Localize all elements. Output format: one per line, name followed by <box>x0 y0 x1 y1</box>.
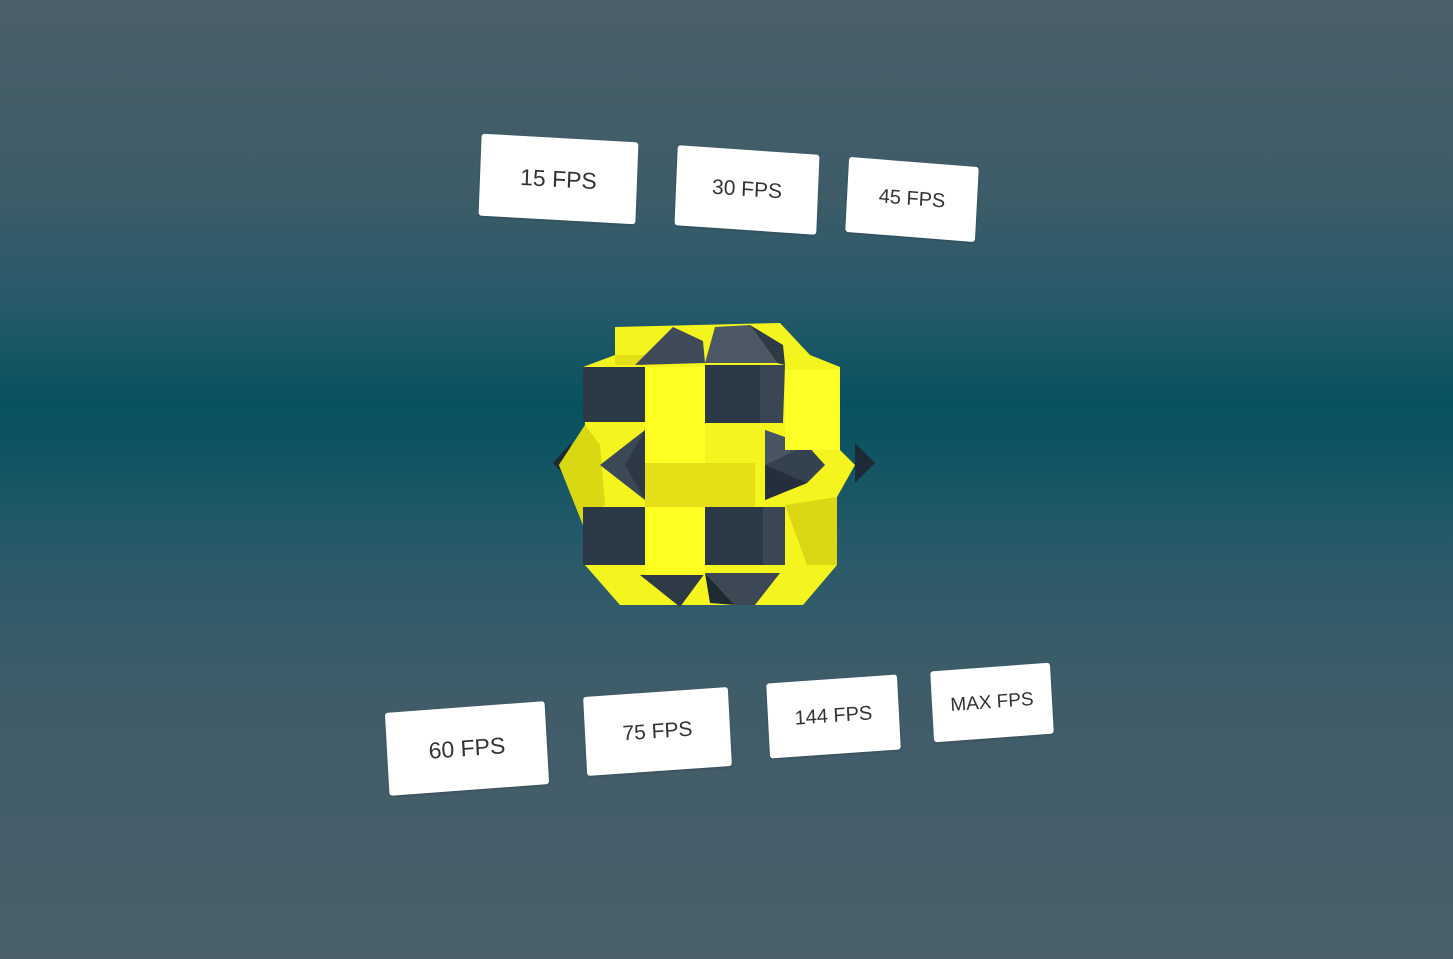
3d-scene: 15 FPS 30 FPS 45 FPS 60 FPS 75 FPS 144 F… <box>0 0 1453 959</box>
polyhedron-face <box>645 507 705 575</box>
polyhedron-square <box>760 365 785 423</box>
fps-75-button[interactable]: 75 FPS <box>583 686 732 777</box>
fps-60-button[interactable]: 60 FPS <box>384 701 550 796</box>
polyhedron-face <box>645 367 705 463</box>
rotating-polyhedron <box>553 323 875 607</box>
fps-max-button[interactable]: MAX FPS <box>930 662 1054 743</box>
fps-144-button[interactable]: 144 FPS <box>766 674 901 759</box>
polyhedron-square <box>705 507 763 565</box>
polyhedron-square <box>583 367 645 422</box>
polyhedron-spike <box>855 443 875 483</box>
polyhedron-facet <box>645 463 755 507</box>
polyhedron-square <box>763 507 785 565</box>
polyhedron-face <box>785 370 840 450</box>
polyhedron-square <box>583 507 645 565</box>
polyhedron-square <box>705 365 760 423</box>
fps-30-button[interactable]: 30 FPS <box>674 145 820 235</box>
fps-15-button[interactable]: 15 FPS <box>478 133 639 225</box>
fps-45-button[interactable]: 45 FPS <box>845 156 979 243</box>
